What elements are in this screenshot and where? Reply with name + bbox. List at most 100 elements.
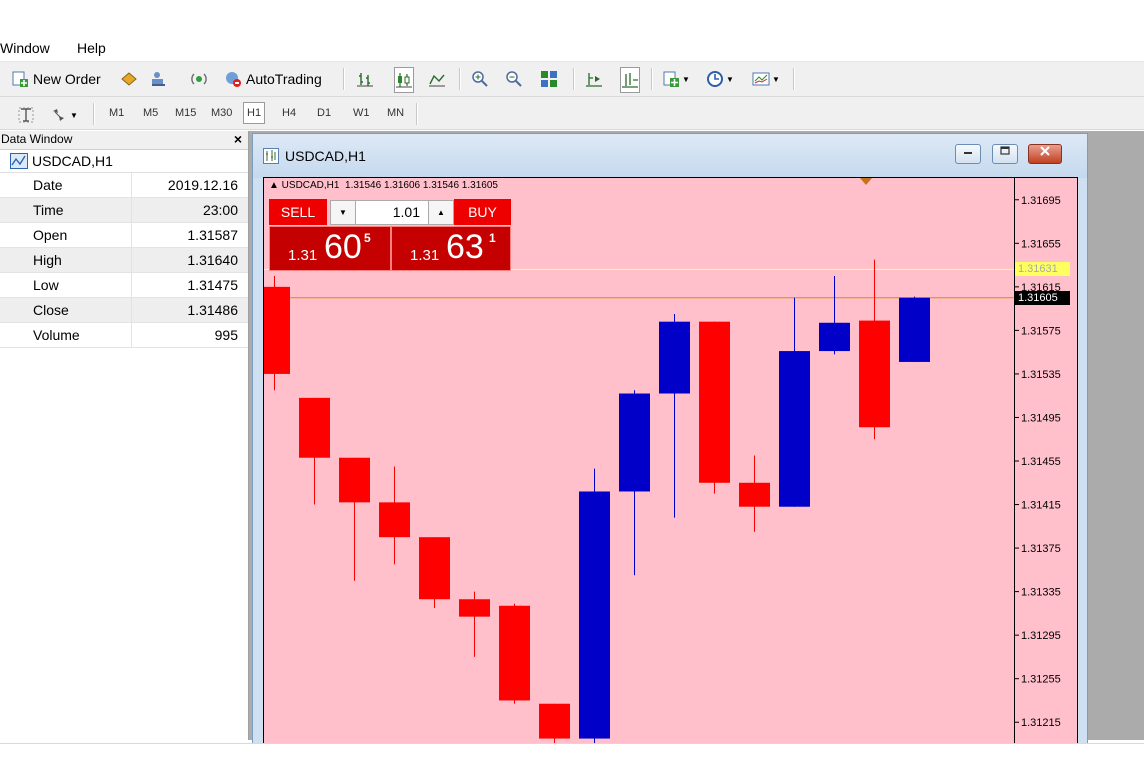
- zoom-in-icon: [472, 71, 488, 87]
- candle-body: [739, 482, 770, 507]
- data-key: Volume: [33, 327, 80, 343]
- price-tick-label: 1.31655: [1021, 238, 1061, 250]
- candlestick-icon: [396, 73, 412, 88]
- lot-decrease-button[interactable]: ▼: [330, 200, 356, 225]
- timeframe-m30[interactable]: M30: [208, 103, 235, 123]
- periodicity-toolbar: ▼ M1 M5 M15 M30 H1 H4 D1 W1 MN: [0, 97, 1144, 130]
- price-tick-label: 1.31575: [1021, 325, 1061, 337]
- zoom-in-button[interactable]: [471, 67, 489, 91]
- templates-button[interactable]: ▼: [752, 67, 780, 91]
- toolbar-separator: [573, 68, 575, 90]
- data-row-date: Date 2019.12.16: [0, 173, 248, 198]
- data-row-high: High 1.31640: [0, 248, 248, 273]
- line-chart-button[interactable]: [428, 67, 446, 91]
- auto-scroll-button[interactable]: [585, 67, 603, 91]
- data-key: Time: [33, 202, 64, 218]
- sell-button[interactable]: SELL: [269, 199, 327, 225]
- minimize-button[interactable]: [955, 144, 981, 164]
- timeframe-m1[interactable]: M1: [106, 103, 127, 123]
- menu-help[interactable]: Help: [77, 40, 106, 56]
- data-window-button[interactable]: [149, 67, 167, 91]
- timeframe-h1[interactable]: H1: [243, 102, 266, 124]
- tile-windows-icon: [541, 71, 557, 87]
- restore-icon: [1000, 146, 1010, 155]
- tile-windows-button[interactable]: [540, 67, 558, 91]
- data-key: High: [33, 252, 62, 268]
- data-window-title: Data Window: [1, 132, 73, 146]
- timeframe-w1[interactable]: W1: [350, 103, 373, 123]
- signal-button[interactable]: [190, 67, 208, 91]
- lot-increase-button[interactable]: ▲: [428, 200, 454, 225]
- data-key: Date: [33, 177, 63, 193]
- timeframe-h4[interactable]: H4: [279, 103, 299, 123]
- chevron-down-icon: ▼: [772, 74, 780, 84]
- data-window-table: Date 2019.12.16 Time 23:00 Open 1.31587 Hig…: [0, 173, 248, 348]
- timeframe-mn[interactable]: MN: [384, 103, 407, 123]
- candle-body: [779, 351, 810, 507]
- lot-size-value: 1.01: [392, 204, 420, 220]
- close-icon[interactable]: ×: [234, 131, 242, 147]
- lot-size-input[interactable]: 1.01: [355, 200, 429, 225]
- chart-shift-icon: [622, 73, 638, 88]
- sell-price[interactable]: 1.31 60 5: [269, 226, 391, 271]
- data-key: Close: [33, 302, 69, 318]
- data-value: 1.31486: [187, 302, 238, 318]
- timeframe-m15[interactable]: M15: [172, 103, 199, 123]
- periods-button[interactable]: ▼: [706, 67, 734, 91]
- new-order-button[interactable]: New Order: [11, 67, 101, 91]
- price-tick-label: 1.31455: [1021, 456, 1061, 468]
- bar-chart-button[interactable]: [356, 67, 374, 91]
- data-value: 2019.12.16: [167, 177, 238, 193]
- zoom-out-button[interactable]: [505, 67, 523, 91]
- menu-window[interactable]: Window: [0, 40, 50, 56]
- sell-price-prefix: 1.31: [288, 247, 318, 264]
- candle-body: [539, 703, 570, 739]
- data-row-close: Close 1.31486: [0, 298, 248, 323]
- data-value: 1.31587: [187, 227, 238, 243]
- auto-trading-button[interactable]: AutoTrading: [224, 67, 322, 91]
- data-value: 1.31475: [187, 277, 238, 293]
- new-order-icon: [12, 71, 28, 87]
- price-tick-label: 1.31215: [1021, 717, 1061, 729]
- candle-body: [499, 605, 530, 701]
- restore-button[interactable]: [992, 144, 1018, 164]
- sell-price-point: 5: [364, 231, 371, 245]
- candle-body: [459, 599, 490, 617]
- ask-price-tag: 1.31631: [1015, 262, 1070, 277]
- chart-window[interactable]: USDCAD,H1 ▲ USDCAD,H1 1.31546 1.31606 1.…: [252, 133, 1088, 745]
- line-chart-icon: [429, 74, 445, 87]
- price-tick-label: 1.31375: [1021, 543, 1061, 555]
- buy-price-point: 1: [489, 231, 496, 245]
- candle-body: [819, 322, 850, 352]
- market-watch-button[interactable]: [120, 67, 138, 91]
- text-tool-button[interactable]: [17, 103, 35, 127]
- candle-body: [579, 491, 610, 739]
- candle-body: [339, 457, 370, 503]
- menu-bar: Window Help: [0, 37, 1144, 62]
- toolbar-separator: [651, 68, 653, 90]
- buy-button[interactable]: BUY: [454, 199, 511, 225]
- arrows-tool-button[interactable]: ▼: [50, 103, 78, 127]
- chart-shift-button[interactable]: [620, 67, 640, 93]
- minimize-icon: [964, 152, 972, 154]
- timeframe-m5[interactable]: M5: [140, 103, 161, 123]
- price-tick-label: 1.31255: [1021, 674, 1061, 686]
- chart-plot[interactable]: ▲ USDCAD,H1 1.31546 1.31606 1.31546 1.31…: [264, 178, 1014, 744]
- price-scale[interactable]: 1.31695 1.31655 1.31615 1.31575 1.31535 1.314…: [1014, 178, 1077, 744]
- one-click-trading-panel: SELL ▼ 1.01 ▲ BUY 1.31 60 5 1.31 63 1: [269, 199, 514, 271]
- candle-body: [299, 397, 330, 458]
- chart-window-titlebar[interactable]: USDCAD,H1: [253, 134, 1087, 178]
- timeframe-d1[interactable]: D1: [314, 103, 334, 123]
- candle-body: [899, 297, 930, 362]
- data-key: Open: [33, 227, 68, 243]
- toolbar-separator: [93, 103, 95, 125]
- chevron-down-icon: ▼: [682, 74, 690, 84]
- diamond-icon: [121, 72, 137, 86]
- sell-price-pips: 60: [324, 228, 362, 266]
- bid-price-tag: 1.31605: [1015, 290, 1070, 305]
- close-window-button[interactable]: [1028, 144, 1062, 164]
- candlestick-button[interactable]: [394, 67, 414, 93]
- data-value: 995: [214, 327, 238, 343]
- buy-price[interactable]: 1.31 63 1: [391, 226, 511, 271]
- indicators-button[interactable]: ▼: [662, 67, 690, 91]
